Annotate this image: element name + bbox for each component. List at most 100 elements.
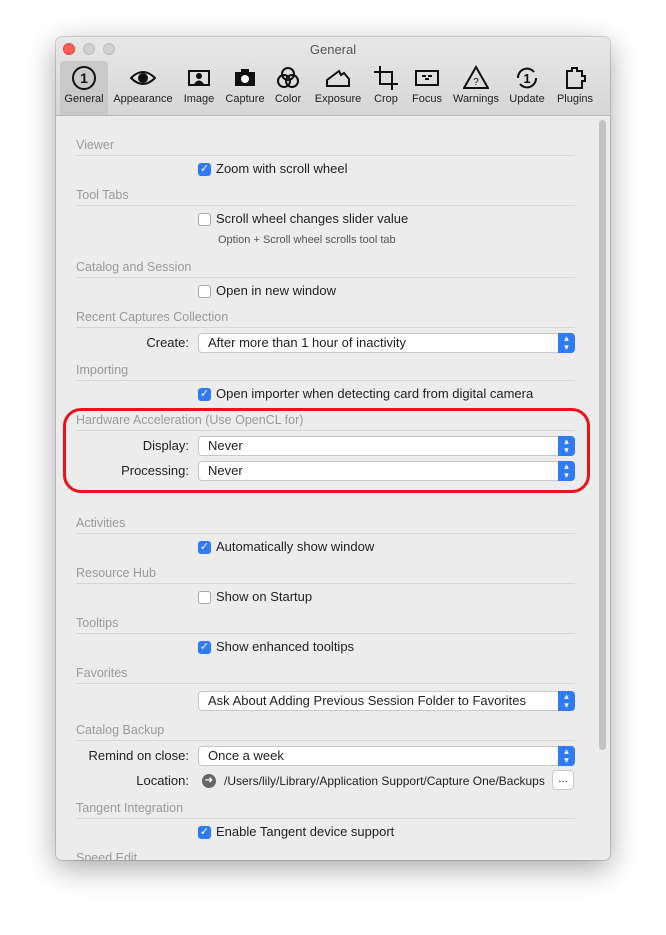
browse-button[interactable]: ... xyxy=(552,770,574,790)
auto-show-checkbox[interactable]: ✓ Automatically show window xyxy=(198,539,374,555)
section-tangent: Tangent Integration xyxy=(76,800,575,819)
section-resource-hub: Resource Hub xyxy=(76,565,575,584)
tab-capture[interactable]: Capture xyxy=(222,61,268,115)
tab-label: Color xyxy=(274,93,302,105)
checkbox-checked-icon: ✓ xyxy=(198,540,211,554)
create-label: Create: xyxy=(146,335,189,350)
tab-focus[interactable]: Focus xyxy=(407,61,447,115)
checkbox-label: Show enhanced tooltips xyxy=(216,639,355,654)
select-value: Never xyxy=(208,438,243,453)
updown-chevron-icon: ▴ ▾ xyxy=(558,691,575,711)
zoom-scroll-checkbox[interactable]: ✓ Zoom with scroll wheel xyxy=(198,161,348,177)
tab-warnings[interactable]: ? Warnings xyxy=(450,61,502,115)
preferences-window: General 1 General Appearance Image Captur… xyxy=(56,37,610,860)
checkbox-checked-icon: ✓ xyxy=(198,825,211,839)
tab-label: Update xyxy=(509,93,545,105)
puzzle-icon xyxy=(566,67,586,89)
histogram-icon xyxy=(326,69,350,87)
focus-icon xyxy=(415,70,439,86)
checkbox-unchecked-icon xyxy=(198,590,211,604)
svg-text:1: 1 xyxy=(80,70,88,86)
section-importing: Importing xyxy=(76,362,575,381)
remind-label: Remind on close: xyxy=(88,748,189,763)
checkbox-checked-icon: ✓ xyxy=(198,162,211,176)
section-tooltips: Tooltips xyxy=(76,615,575,634)
updown-chevron-icon: ▴ ▾ xyxy=(558,436,575,456)
scroll-slider-checkbox[interactable]: Scroll wheel changes slider value xyxy=(198,211,408,227)
tab-appearance[interactable]: Appearance xyxy=(111,61,175,115)
startup-checkbox[interactable]: Show on Startup xyxy=(198,589,312,605)
location-path: /Users/lily/Library/Application Support/… xyxy=(224,774,545,788)
section-viewer: Viewer xyxy=(76,137,575,156)
tab-exposure[interactable]: Exposure xyxy=(310,61,366,115)
updown-chevron-icon: ▴ ▾ xyxy=(558,333,575,353)
tab-label: Crop xyxy=(374,93,398,105)
tab-label: Plugins xyxy=(556,93,594,105)
tangent-checkbox[interactable]: ✓ Enable Tangent device support xyxy=(198,824,394,840)
create-select[interactable]: After more than 1 hour of inactivity ▴ ▾ xyxy=(198,333,575,353)
select-value: Ask About Adding Previous Session Folder… xyxy=(208,693,526,708)
svg-text:?: ? xyxy=(473,77,479,88)
tab-label: Image xyxy=(183,93,215,105)
select-value: After more than 1 hour of inactivity xyxy=(208,335,406,350)
image-portrait-icon xyxy=(188,70,210,86)
checkbox-unchecked-icon xyxy=(198,284,211,298)
checkbox-checked-icon: ✓ xyxy=(198,387,211,401)
svg-text:1: 1 xyxy=(523,71,530,86)
window-title: General xyxy=(309,42,357,57)
checkbox-unchecked-icon xyxy=(198,212,211,226)
select-value: Never xyxy=(208,463,243,478)
eye-icon xyxy=(130,71,156,85)
scroll-hint: Option + Scroll wheel scrolls tool tab xyxy=(218,234,396,246)
tab-general[interactable]: 1 General xyxy=(60,61,108,115)
preferences-content: Viewer ✓ Zoom with scroll wheel Tool Tabs… xyxy=(56,116,610,860)
remind-select[interactable]: Once a week ▴ ▾ xyxy=(198,746,575,766)
section-favorites: Favorites xyxy=(76,665,575,684)
display-select[interactable]: Never ▴ ▾ xyxy=(198,436,575,456)
scrollbar[interactable] xyxy=(599,120,606,750)
tab-crop[interactable]: Crop xyxy=(369,61,403,115)
checkbox-label: Show on Startup xyxy=(216,589,313,604)
tab-plugins[interactable]: Plugins xyxy=(552,61,598,115)
tooltips-checkbox[interactable]: ✓ Show enhanced tooltips xyxy=(198,639,354,655)
section-recent-captures: Recent Captures Collection xyxy=(76,309,575,328)
updown-chevron-icon: ▴ ▾ xyxy=(558,746,575,766)
reveal-arrow-icon[interactable]: ➜ xyxy=(202,774,216,788)
tab-label: Warnings xyxy=(452,93,500,105)
section-hardware-acceleration: Hardware Acceleration (Use OpenCL for) xyxy=(76,412,575,431)
location-label: Location: xyxy=(136,773,189,788)
tab-label: Focus xyxy=(412,93,442,105)
section-activities: Activities xyxy=(76,515,575,534)
title-bar: General 1 General Appearance Image Captur… xyxy=(56,37,610,116)
display-label: Display: xyxy=(142,438,189,453)
update-icon: 1 xyxy=(516,67,538,89)
section-catalog-backup: Catalog Backup xyxy=(76,722,575,741)
favorites-select[interactable]: Ask About Adding Previous Session Folder… xyxy=(198,691,575,711)
tab-image[interactable]: Image xyxy=(180,61,218,115)
tab-label: Exposure xyxy=(314,93,362,105)
warning-icon: ? xyxy=(463,65,489,89)
section-tool-tabs: Tool Tabs xyxy=(76,187,575,206)
section-speed-edit: Speed Edit xyxy=(76,850,575,860)
select-value: Once a week xyxy=(208,748,284,763)
processing-label: Processing: xyxy=(121,463,189,478)
checkbox-label: Automatically show window xyxy=(216,539,375,554)
new-window-checkbox[interactable]: Open in new window xyxy=(198,283,336,299)
tab-color[interactable]: Color xyxy=(271,61,305,115)
section-catalog-session: Catalog and Session xyxy=(76,259,575,278)
crop-icon xyxy=(374,66,398,90)
importer-checkbox[interactable]: ✓ Open importer when detecting card from … xyxy=(198,386,533,402)
checkbox-label: Zoom with scroll wheel xyxy=(216,161,348,176)
processing-select[interactable]: Never ▴ ▾ xyxy=(198,461,575,481)
checkbox-label: Scroll wheel changes slider value xyxy=(216,211,409,226)
tab-label: Appearance xyxy=(113,93,173,105)
tab-label: General xyxy=(64,93,104,105)
checkbox-label: Open importer when detecting card from d… xyxy=(216,386,534,401)
checkbox-checked-icon: ✓ xyxy=(198,640,211,654)
tab-update[interactable]: 1 Update xyxy=(505,61,549,115)
camera-icon xyxy=(235,69,255,86)
updown-chevron-icon: ▴ ▾ xyxy=(558,461,575,481)
general-1-icon: 1 xyxy=(72,66,96,90)
color-circles-icon xyxy=(277,67,299,88)
checkbox-label: Open in new window xyxy=(216,283,336,298)
